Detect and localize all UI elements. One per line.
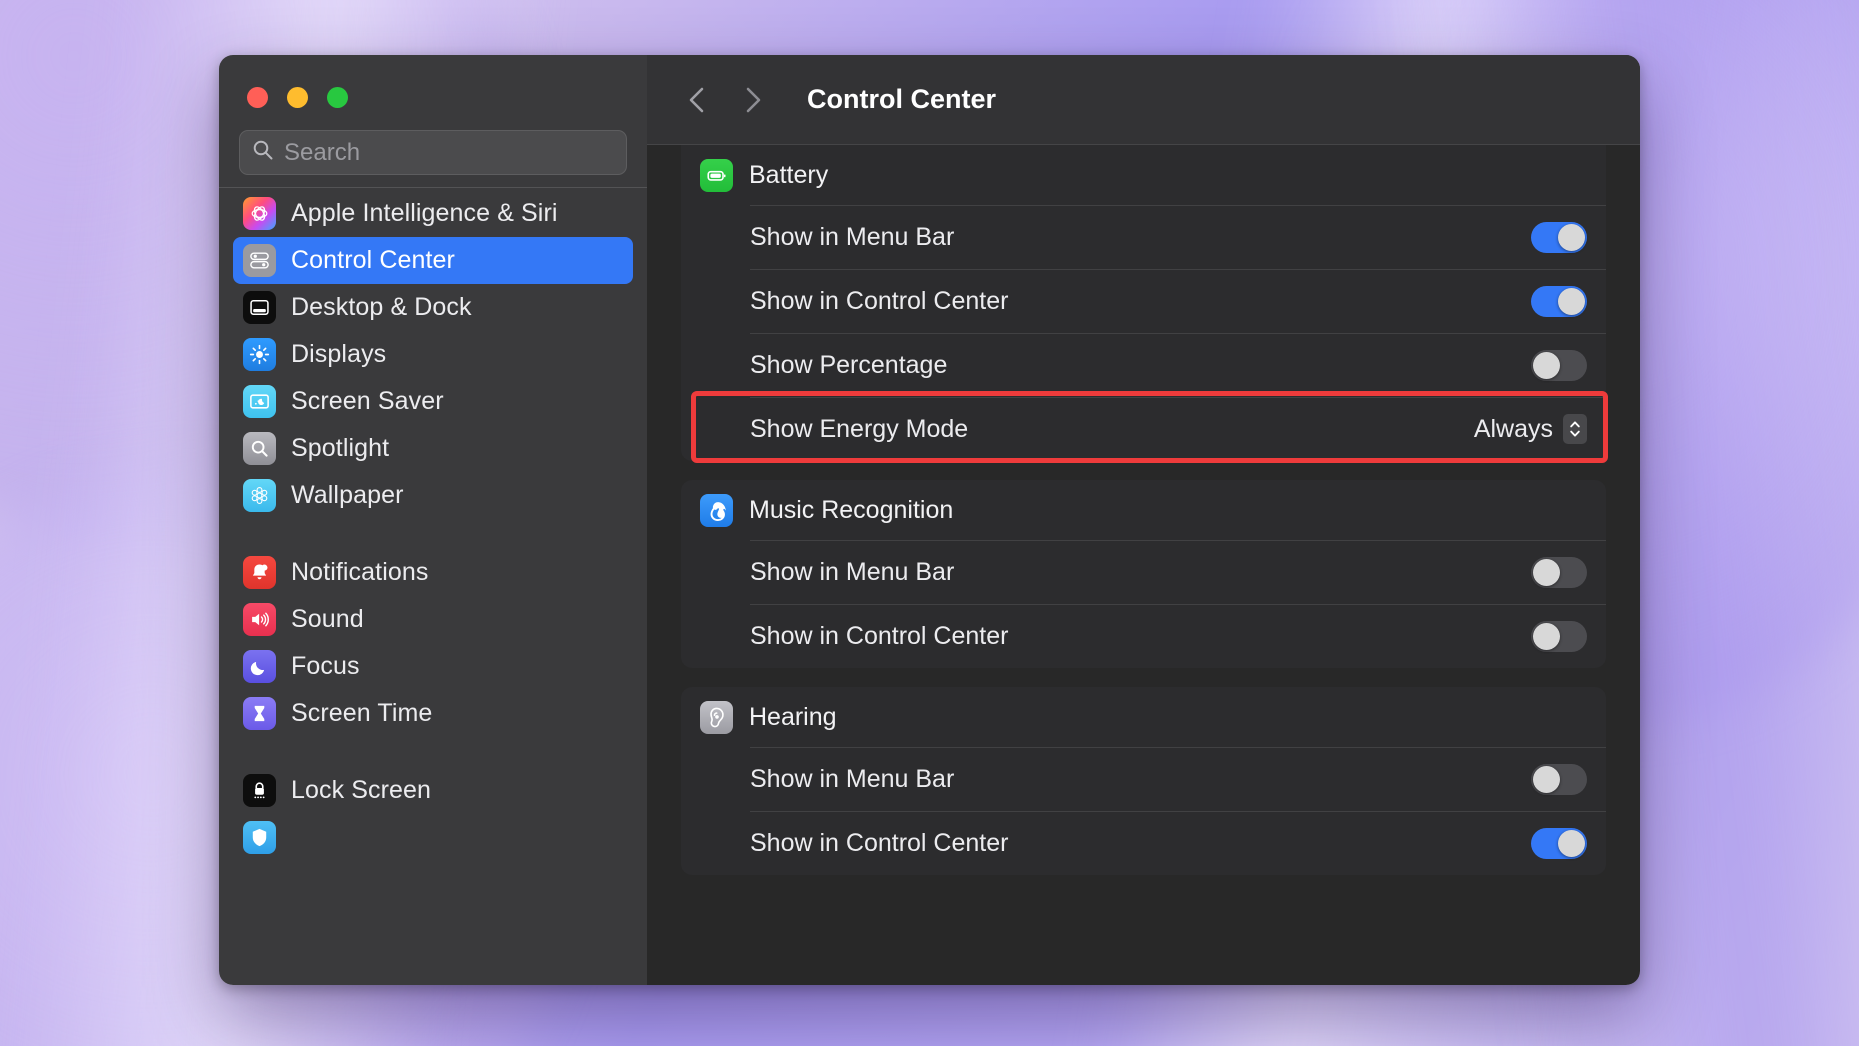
setting-row-show-in-control-center[interactable]: Show in Control Center: [681, 604, 1606, 668]
desktop-wallpaper: Apple Intelligence & Siri Control Center: [0, 0, 1859, 1046]
zoom-button[interactable]: [327, 87, 348, 108]
group-title: Battery: [749, 161, 828, 190]
window-traffic-lights: [247, 87, 348, 108]
sidebar-item-displays[interactable]: Displays: [233, 331, 633, 378]
notifications-icon: [243, 556, 276, 589]
wallpaper-icon: [243, 479, 276, 512]
lock-screen-icon: [243, 774, 276, 807]
row-label: Show in Menu Bar: [750, 223, 954, 252]
forward-button[interactable]: [734, 81, 772, 119]
toggle-show-in-menu-bar[interactable]: [1531, 557, 1587, 588]
popup-show-energy-mode[interactable]: Always: [1474, 414, 1587, 444]
desktop-dock-icon: [243, 291, 276, 324]
sidebar-item-label: Screen Time: [291, 699, 432, 728]
settings-group-battery: Battery Show in Menu Bar Show in Control…: [681, 145, 1606, 461]
page-title: Control Center: [807, 84, 996, 115]
sidebar-item-lock-screen[interactable]: Lock Screen: [233, 767, 633, 814]
screen-saver-icon: [243, 385, 276, 418]
row-label: Show Energy Mode: [750, 415, 968, 444]
settings-group-music-recognition: Music Recognition Show in Menu Bar Show …: [681, 480, 1606, 668]
chevron-left-icon: [686, 85, 708, 115]
sidebar-item-sound[interactable]: Sound: [233, 596, 633, 643]
sidebar-item-label: Spotlight: [291, 434, 389, 463]
toggle-show-percentage[interactable]: [1531, 350, 1587, 381]
sidebar-item-control-center[interactable]: Control Center: [233, 237, 633, 284]
row-label: Show Percentage: [750, 351, 947, 380]
close-button[interactable]: [247, 87, 268, 108]
minimize-button[interactable]: [287, 87, 308, 108]
sidebar-item-label: Apple Intelligence & Siri: [291, 199, 558, 228]
sidebar-item-label: Wallpaper: [291, 481, 404, 510]
sidebar-item-label: Notifications: [291, 558, 428, 587]
displays-icon: [243, 338, 276, 371]
toggle-show-in-menu-bar[interactable]: [1531, 764, 1587, 795]
setting-row-show-percentage[interactable]: Show Percentage: [681, 333, 1606, 397]
chevron-up-down-icon: [1563, 414, 1587, 444]
hearing-icon: [700, 701, 733, 734]
search-field[interactable]: [239, 130, 627, 175]
control-center-icon: [243, 244, 276, 277]
toggle-show-in-menu-bar[interactable]: [1531, 222, 1587, 253]
apple-intelligence-icon: [243, 197, 276, 230]
setting-row-show-energy-mode[interactable]: Show Energy Mode Always: [681, 397, 1606, 461]
sidebar-item-screen-saver[interactable]: Screen Saver: [233, 378, 633, 425]
screen-time-icon: [243, 697, 276, 730]
setting-row-show-in-menu-bar[interactable]: Show in Menu Bar: [681, 205, 1606, 269]
setting-row-show-in-menu-bar[interactable]: Show in Menu Bar: [681, 747, 1606, 811]
setting-row-show-in-menu-bar[interactable]: Show in Menu Bar: [681, 540, 1606, 604]
detail-pane: Control Center Battery: [647, 55, 1640, 985]
row-label: Show in Control Center: [750, 287, 1008, 316]
sidebar-item-apple-intelligence-siri[interactable]: Apple Intelligence & Siri: [233, 190, 633, 237]
sidebar-item-privacy-security[interactable]: [233, 814, 633, 861]
sidebar-item-label: Displays: [291, 340, 386, 369]
group-title: Music Recognition: [749, 496, 953, 525]
row-label: Show in Control Center: [750, 829, 1008, 858]
sidebar-section-gap: [233, 737, 633, 767]
sidebar-item-label: Focus: [291, 652, 360, 681]
sidebar-item-label: Desktop & Dock: [291, 293, 472, 322]
chevron-right-icon: [742, 85, 764, 115]
detail-toolbar: Control Center: [647, 55, 1640, 145]
sidebar-item-spotlight[interactable]: Spotlight: [233, 425, 633, 472]
sidebar-item-desktop-dock[interactable]: Desktop & Dock: [233, 284, 633, 331]
sidebar-nav-list: Apple Intelligence & Siri Control Center: [219, 187, 647, 861]
toggle-show-in-control-center[interactable]: [1531, 286, 1587, 317]
row-label: Show in Control Center: [750, 622, 1008, 651]
setting-row-show-in-control-center[interactable]: Show in Control Center: [681, 269, 1606, 333]
group-header: Hearing: [681, 687, 1606, 747]
sidebar: Apple Intelligence & Siri Control Center: [219, 55, 647, 985]
sound-icon: [243, 603, 276, 636]
back-button[interactable]: [678, 81, 716, 119]
privacy-security-icon: [243, 821, 276, 854]
search-icon: [252, 139, 274, 166]
group-header: Music Recognition: [681, 480, 1606, 540]
system-settings-window: Apple Intelligence & Siri Control Center: [219, 55, 1640, 985]
group-header: Battery: [681, 145, 1606, 205]
focus-icon: [243, 650, 276, 683]
sidebar-item-focus[interactable]: Focus: [233, 643, 633, 690]
sidebar-divider: [219, 187, 647, 188]
row-label: Show in Menu Bar: [750, 765, 954, 794]
setting-row-show-in-control-center[interactable]: Show in Control Center: [681, 811, 1606, 875]
row-label: Show in Menu Bar: [750, 558, 954, 587]
toggle-show-in-control-center[interactable]: [1531, 621, 1587, 652]
sidebar-item-label: Control Center: [291, 246, 455, 275]
toggle-show-in-control-center[interactable]: [1531, 828, 1587, 859]
spotlight-icon: [243, 432, 276, 465]
settings-scroll-area[interactable]: Battery Show in Menu Bar Show in Control…: [647, 145, 1640, 985]
settings-group-hearing: Hearing Show in Menu Bar Show in Control…: [681, 687, 1606, 875]
popup-value: Always: [1474, 415, 1553, 444]
sidebar-item-screen-time[interactable]: Screen Time: [233, 690, 633, 737]
sidebar-item-notifications[interactable]: Notifications: [233, 549, 633, 596]
sidebar-scroll-area[interactable]: Apple Intelligence & Siri Control Center: [219, 187, 647, 985]
sidebar-item-label: Sound: [291, 605, 364, 634]
music-recognition-icon: [700, 494, 733, 527]
search-input[interactable]: [284, 139, 614, 167]
sidebar-item-wallpaper[interactable]: Wallpaper: [233, 472, 633, 519]
group-title: Hearing: [749, 703, 837, 732]
sidebar-section-gap: [233, 519, 633, 549]
sidebar-item-label: Lock Screen: [291, 776, 431, 805]
sidebar-item-label: Screen Saver: [291, 387, 444, 416]
battery-icon: [700, 159, 733, 192]
